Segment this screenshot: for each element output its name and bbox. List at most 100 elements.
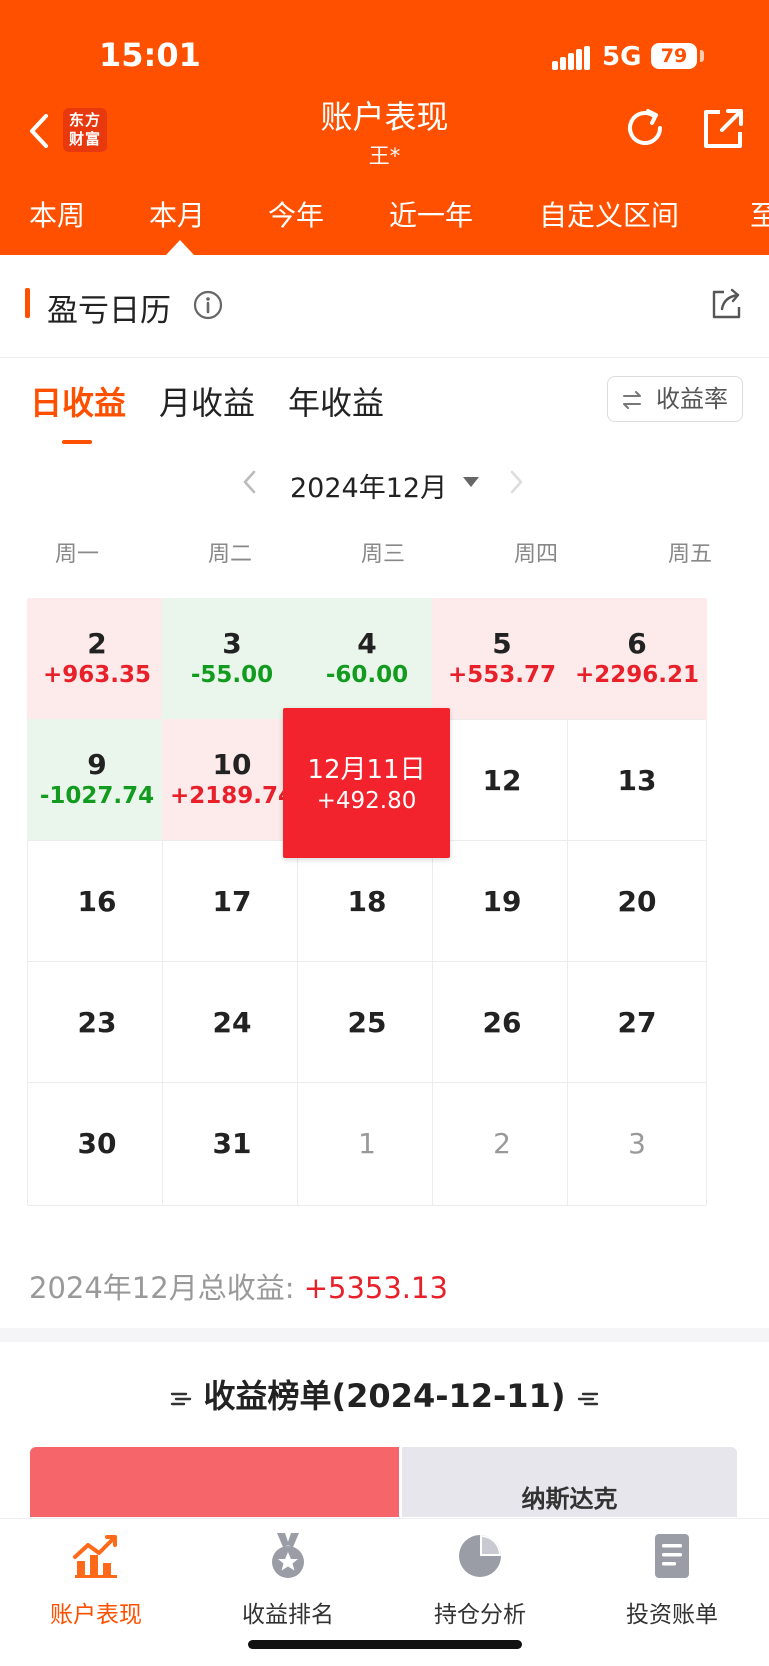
tab-this-year[interactable]: 今年 (268, 194, 324, 234)
nav-return-ranking[interactable]: 收益排名 (192, 1531, 384, 1629)
day-number: 2 (493, 1127, 511, 1160)
day-number: 1 (358, 1127, 376, 1160)
day-number: 30 (77, 1127, 117, 1160)
day-number: 2 (87, 627, 107, 660)
tab-last-year[interactable]: 近一年 (389, 194, 473, 234)
section-title: 盈亏日历 (47, 293, 171, 329)
header-bar: 15:01 5G 79 东方 财富 账户表现 王* 本周 本月 今年 近一年 自… (0, 0, 769, 255)
calendar-day[interactable]: 5 +553.77 (432, 598, 572, 722)
day-number: 9 (87, 748, 107, 781)
weekday-fri: 周五 (667, 542, 712, 567)
ranking-title: 收益榜单(2024-12-11) (0, 1371, 769, 1417)
dropdown-caret-icon[interactable] (463, 477, 479, 487)
calendar-day[interactable]: 2 +963.35 (27, 598, 167, 722)
medal-icon (272, 1533, 304, 1578)
tab-monthly-pnl[interactable]: 月收益 (159, 378, 255, 424)
calendar-day[interactable]: 24 (162, 961, 302, 1085)
nav-account-performance[interactable]: 账户表现 (0, 1531, 192, 1629)
day-number: 18 (347, 885, 387, 918)
home-indicator (248, 1640, 522, 1649)
calendar-day[interactable]: 26 (432, 961, 572, 1085)
calendar-day[interactable]: 31 (162, 1082, 302, 1206)
calendar-day[interactable]: 1 (297, 1082, 437, 1206)
tab-yearly-pnl[interactable]: 年收益 (288, 378, 384, 424)
calendar-day[interactable]: 2 (432, 1082, 572, 1206)
ranking-title-text: 收益榜单(2024-12-11) (203, 1377, 566, 1415)
day-number: 12 (482, 764, 522, 797)
day-number: 6 (627, 627, 647, 660)
day-number: 16 (77, 885, 117, 918)
calendar-day[interactable]: 3 (567, 1082, 707, 1206)
weekday-tue: 周二 (207, 542, 252, 567)
month-selector[interactable]: 2024年12月 (290, 466, 447, 505)
next-month-icon[interactable] (506, 468, 526, 496)
weekday-header: 周一 周二 周三 周四 周五 (0, 536, 769, 567)
battery-tip (700, 50, 704, 62)
month-total-label: 2024年12月总收益: (29, 1271, 304, 1305)
calendar-day[interactable]: 4 -60.00 (297, 598, 437, 722)
mode-tab-underline (62, 440, 92, 444)
weekday-wed: 周三 (360, 542, 405, 567)
info-icon[interactable] (193, 290, 223, 320)
active-tab-pointer (166, 240, 194, 255)
month-total-value: +5353.13 (303, 1271, 448, 1305)
calendar-day[interactable]: 17 (162, 840, 302, 964)
day-number: 5 (492, 627, 512, 660)
calendar-day[interactable]: 30 (27, 1082, 167, 1206)
tab-custom-range[interactable]: 自定义区间 (539, 194, 679, 234)
pnl-calendar-grid: 2 +963.35 3 -55.00 4 -60.00 5 +553.77 6 +2296.21 9… (27, 598, 743, 1238)
calendar-day[interactable]: 23 (27, 961, 167, 1085)
calendar-day[interactable]: 3 -55.00 (162, 598, 302, 722)
title-deco-right-icon (578, 1392, 599, 1406)
signal-icon (552, 46, 592, 70)
calendar-day[interactable]: 27 (567, 961, 707, 1085)
calendar-day[interactable]: 10 +2189.74 (162, 719, 302, 843)
day-number: 4 (357, 627, 377, 660)
tab-daily-pnl[interactable]: 日收益 (30, 378, 126, 424)
section-divider (0, 1328, 769, 1342)
day-pnl: -60.00 (325, 662, 409, 688)
weekday-thu: 周四 (513, 542, 558, 567)
nav-label: 投资账单 (626, 1602, 718, 1628)
tab-this-week[interactable]: 本周 (29, 194, 85, 234)
calendar-day[interactable]: 20 (567, 840, 707, 964)
share-icon[interactable] (702, 106, 746, 150)
bill-document-icon (655, 1534, 689, 1578)
calendar-day-selected[interactable]: 12月11日 +492.80 (283, 708, 450, 858)
benchmark-label: 纳斯达克 (521, 1485, 618, 1513)
calendar-day[interactable]: 16 (27, 840, 167, 964)
return-rate-label: 收益率 (656, 385, 728, 413)
calendar-day[interactable]: 12 (432, 719, 572, 843)
day-number: 17 (212, 885, 252, 918)
nav-position-analysis[interactable]: 持仓分析 (384, 1531, 576, 1629)
trend-chart-icon (73, 1535, 117, 1578)
nav-label: 收益排名 (242, 1602, 334, 1628)
calendar-day[interactable]: 9 -1027.74 (27, 719, 167, 843)
day-number: 23 (77, 1006, 117, 1039)
export-share-icon[interactable] (710, 287, 744, 321)
day-number: 27 (617, 1006, 657, 1039)
nav-label: 持仓分析 (434, 1602, 526, 1628)
calendar-day[interactable]: 13 (567, 719, 707, 843)
weekday-mon: 周一 (54, 542, 99, 567)
nav-investment-bill[interactable]: 投资账单 (576, 1531, 768, 1629)
calendar-day[interactable]: 19 (432, 840, 572, 964)
day-number: 13 (617, 764, 657, 797)
day-number: 3 (222, 627, 242, 660)
day-pnl: +963.35 (42, 662, 152, 688)
return-rate-toggle-button[interactable]: 收益率 (607, 376, 743, 422)
day-pnl: +553.77 (447, 662, 557, 688)
day-pnl: -1027.74 (39, 783, 155, 809)
tab-more[interactable]: 至 (750, 194, 769, 234)
day-pnl: +492.80 (316, 788, 417, 814)
refresh-icon[interactable] (622, 105, 668, 151)
my-return-bar[interactable] (30, 1447, 399, 1517)
pie-chart-icon (459, 1535, 501, 1577)
prev-month-icon[interactable] (240, 468, 260, 496)
calendar-day[interactable]: 6 +2296.21 (567, 598, 707, 722)
calendar-day[interactable]: 18 (297, 840, 437, 964)
nav-label: 账户表现 (50, 1602, 142, 1628)
day-number: 3 (628, 1127, 646, 1160)
tab-this-month[interactable]: 本月 (149, 194, 205, 234)
calendar-day[interactable]: 25 (297, 961, 437, 1085)
